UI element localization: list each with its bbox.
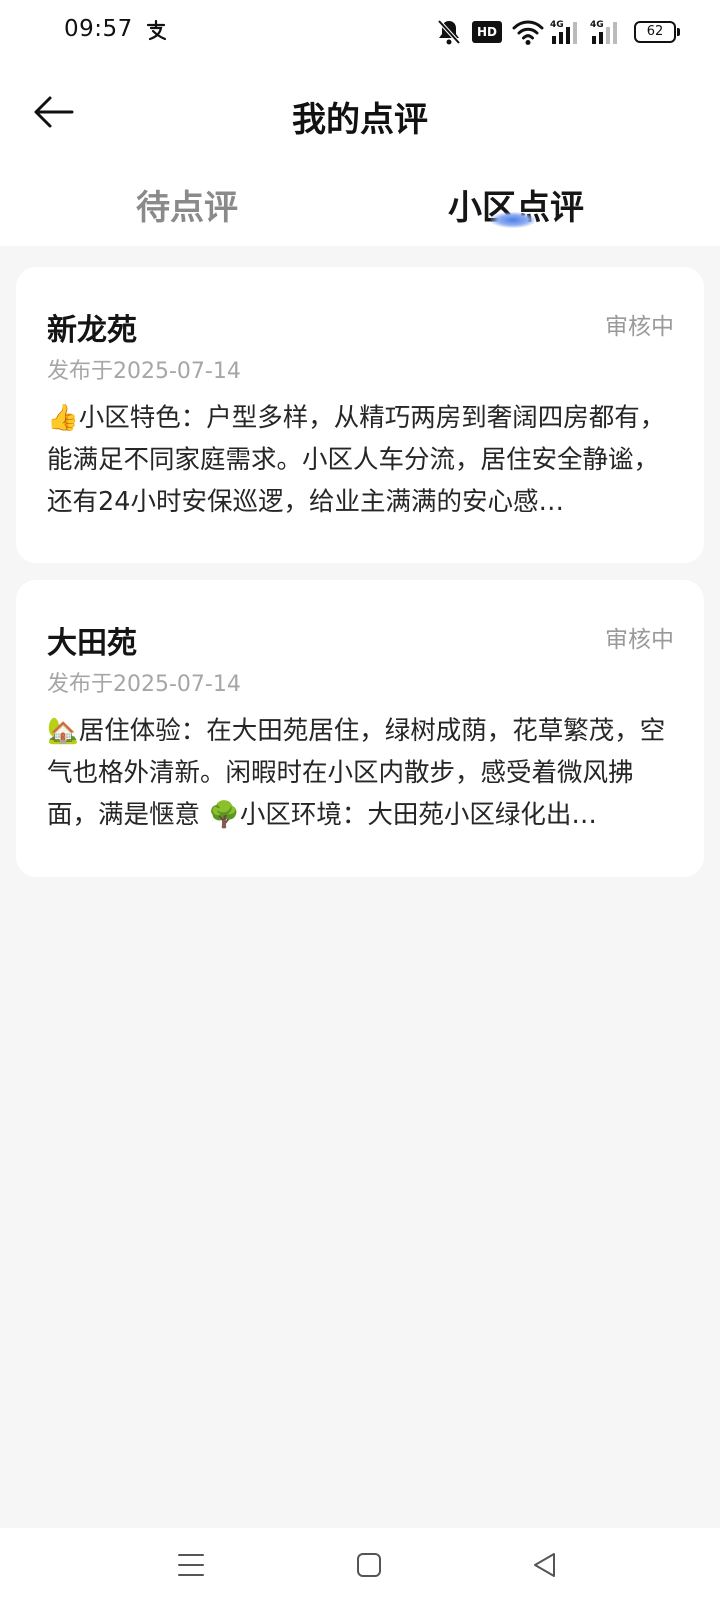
alipay-icon: [146, 19, 167, 41]
signal-4g-icon: 4G: [550, 20, 577, 44]
status-bar: 09:57 HD 4G 4G 62: [0, 0, 720, 64]
svg-text:4G: 4G: [550, 20, 564, 30]
svg-text:4G: 4G: [590, 20, 604, 30]
review-card[interactable]: 新龙苑 审核中 发布于2025-07-14 👍小区特色：户型多样，从精巧两房到奢…: [16, 267, 704, 563]
menu-icon[interactable]: [176, 1550, 206, 1580]
hd-icon: HD: [472, 21, 502, 43]
home-square-icon[interactable]: [354, 1550, 384, 1580]
tab-pending-review[interactable]: 待点评: [136, 180, 238, 229]
system-nav-bar: [0, 1528, 720, 1612]
status-badge: 审核中: [605, 314, 674, 340]
review-card[interactable]: 大田苑 审核中 发布于2025-07-14 🏡居住体验：在大田苑居住，绿树成荫，…: [16, 580, 704, 877]
back-triangle-icon[interactable]: [530, 1550, 560, 1580]
bell-muted-icon: [437, 19, 461, 45]
community-name: 新龙苑: [47, 313, 137, 348]
wifi-icon: [512, 20, 544, 45]
status-badge: 审核中: [605, 627, 674, 653]
signal-4g-icon: 4G: [590, 20, 617, 44]
active-tab-indicator: [490, 212, 536, 228]
review-content: 👍小区特色：户型多样，从精巧两房到奢阔四房都有，能满足不同家庭需求。小区人车分流…: [47, 403, 666, 517]
publish-date: 发布于2025-07-14: [47, 359, 241, 384]
review-content: 🏡居住体验：在大田苑居住，绿树成荫，花草繁茂，空气也格外清新。闲暇时在小区内散步…: [47, 716, 666, 830]
page-title: 我的点评: [292, 100, 428, 140]
battery-icon: 62: [634, 21, 680, 43]
community-name: 大田苑: [47, 626, 137, 661]
publish-date: 发布于2025-07-14: [47, 672, 241, 697]
status-time: 09:57: [64, 16, 133, 42]
